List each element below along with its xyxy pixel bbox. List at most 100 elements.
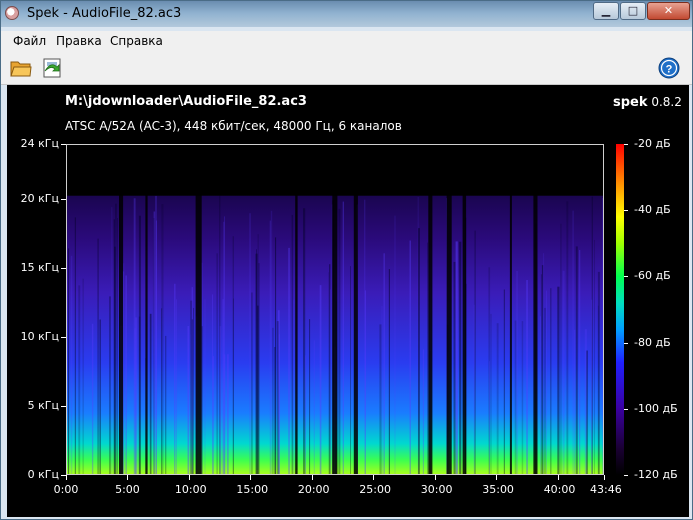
x-tick-mark: [604, 475, 605, 480]
spectrum-streak: [216, 253, 218, 474]
menu-help[interactable]: Справка: [110, 34, 163, 48]
x-tick-label: 25:00: [359, 483, 391, 496]
spectrum-streak: [560, 223, 562, 474]
spectrum-streak: [383, 253, 385, 474]
toolbar: ?: [1, 51, 692, 85]
close-button[interactable]: ✕: [647, 2, 690, 20]
spectrum-streak: [190, 300, 193, 474]
spectrum-streak: [328, 272, 329, 474]
silence-gap: [119, 193, 124, 474]
spectrum-streak: [490, 313, 492, 474]
spectrum-streak: [233, 298, 234, 474]
x-tick-label: 35:00: [482, 483, 514, 496]
spectrum-streak: [566, 201, 569, 474]
x-tick-mark: [496, 475, 497, 480]
spectrum-streak: [251, 292, 253, 474]
spectrum-streak: [540, 316, 541, 474]
y-tick-label: 5 кГц: [27, 399, 59, 413]
spectrum-streak: [521, 321, 524, 474]
spectrum-streak: [201, 326, 203, 474]
spectrum-streak: [176, 299, 177, 474]
spectrum-streak: [99, 319, 101, 474]
spectrum-streak: [422, 349, 424, 474]
spectrum-streak: [418, 228, 420, 474]
spectrum-streak: [74, 217, 76, 474]
app-window: Spek - AudioFile_82.ac3 ▁ □ ✕ Файл Правк…: [0, 0, 693, 520]
y-tick-label: 24 кГц: [20, 137, 59, 150]
y-tick-mark: [61, 268, 66, 269]
spectrum-streak: [364, 199, 366, 474]
spectrum-streak: [455, 241, 458, 474]
spectrum-streak: [453, 261, 456, 474]
db-tick-label: -20 дБ: [634, 137, 671, 150]
spectrum-streak: [526, 280, 528, 474]
spectrum-streak: [543, 253, 545, 474]
x-tick-label: 20:00: [297, 483, 330, 496]
spectrum-streak: [309, 319, 311, 474]
spectrum-streak: [338, 208, 341, 474]
db-tick-label: -120 дБ: [634, 468, 678, 481]
help-icon[interactable]: ?: [658, 57, 680, 79]
spectrum-streak: [97, 238, 99, 474]
spectrum-streak: [594, 239, 595, 474]
db-colorbar: [616, 144, 624, 475]
spectrum-streak: [365, 290, 366, 474]
silence-gap: [353, 193, 358, 474]
menu-bar: Файл Правка Справка: [1, 31, 692, 51]
db-tick-mark: [624, 475, 628, 476]
spectrum-streak: [574, 329, 576, 474]
spectrum-streak: [303, 208, 306, 474]
minimize-button[interactable]: ▁: [593, 2, 619, 20]
menu-file[interactable]: Файл: [13, 34, 46, 48]
spectrum-streak: [133, 198, 136, 474]
spectrum-streak: [546, 290, 547, 474]
x-tick-mark: [127, 475, 128, 480]
y-tick-mark: [61, 406, 66, 407]
spectrum-streak: [174, 283, 176, 474]
spectrum-streak: [219, 195, 221, 474]
spectrum-streak: [149, 313, 152, 474]
spectrum-streak: [503, 289, 505, 474]
db-tick-mark: [624, 210, 628, 211]
x-tick-label: 43:46: [590, 483, 622, 496]
folder-open-icon[interactable]: [10, 57, 32, 79]
window-title: Spek - AudioFile_82.ac3: [27, 6, 182, 21]
spectrum-streak: [305, 355, 306, 474]
save-export-icon[interactable]: [41, 57, 63, 79]
spectrum-streak: [541, 265, 544, 474]
menu-edit[interactable]: Правка: [56, 34, 102, 48]
x-tick-label: 0:00: [53, 483, 79, 496]
x-tick-mark: [312, 475, 313, 480]
x-tick-mark: [435, 475, 436, 480]
y-tick-mark: [61, 337, 66, 338]
spectrum-streak: [258, 263, 260, 474]
spectrum-streak: [350, 266, 351, 474]
spectrum-streak: [342, 201, 344, 474]
spek-app-icon: [5, 6, 19, 20]
spectrum-streak: [602, 198, 603, 474]
spectrum-streak: [473, 304, 475, 474]
x-tick-label: 40:00: [543, 483, 576, 496]
spectrum-streak: [68, 248, 70, 474]
spectrum-streak: [156, 220, 157, 474]
spectrum-streak: [152, 218, 155, 474]
spectrum-streak: [557, 286, 560, 474]
spectrum-streak: [562, 270, 565, 474]
title-bar[interactable]: Spek - AudioFile_82.ac3 ▁ □ ✕: [1, 1, 692, 27]
spectrum-streak: [222, 299, 224, 474]
spectrum-streak: [288, 247, 290, 474]
spectrum-streak: [540, 274, 542, 474]
spectrum-streak: [117, 218, 118, 474]
db-tick-label: -100 дБ: [634, 401, 678, 415]
spectrum-streak: [114, 246, 116, 474]
spectrogram-plot[interactable]: [66, 144, 604, 475]
spectrum-streak: [544, 307, 546, 474]
app-brand: spek 0.8.2: [613, 95, 682, 110]
spectrogram-panel: M:\jdownloader\AudioFile_82.ac3 spek 0.8…: [7, 85, 689, 517]
spectrum-streak: [597, 305, 599, 474]
spectrum-streak: [91, 323, 94, 474]
spectrum-streak: [379, 324, 382, 474]
db-tick-mark: [624, 276, 628, 277]
spectrum-streak: [187, 326, 190, 474]
maximize-button[interactable]: □: [620, 2, 646, 20]
